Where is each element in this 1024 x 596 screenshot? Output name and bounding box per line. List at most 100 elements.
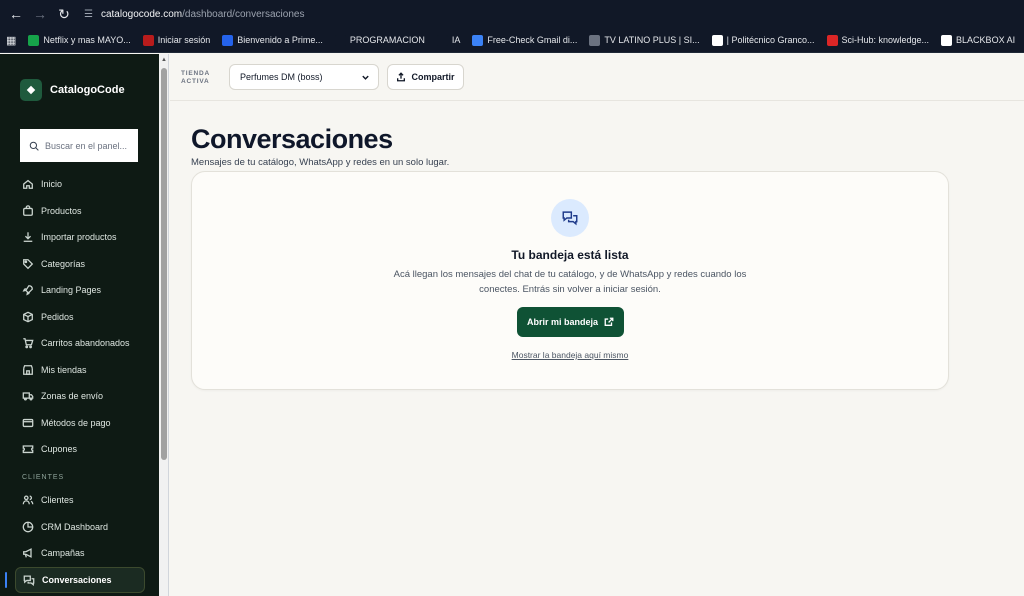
sidebar-item-inicio[interactable]: Inicio (15, 171, 145, 198)
bookmark-item[interactable]: Iniciar sesión (142, 34, 211, 46)
inbox-card: Tu bandeja está lista Acá llegan los men… (191, 171, 949, 390)
active-indicator (5, 572, 7, 588)
sidebar-item-label: Productos (41, 205, 82, 216)
sidebar-item-importar-productos[interactable]: Importar productos (15, 224, 145, 251)
download-icon (22, 231, 34, 243)
topbar: TIENDA ACTIVA Perfumes DM (boss) Compart… (170, 54, 1024, 101)
sidebar-item-label: Clientes (41, 495, 74, 506)
section-label-clients: CLIENTES (22, 474, 65, 481)
brand[interactable]: CatalogoCode (20, 79, 125, 101)
sidebar-item-pedidos[interactable]: Pedidos (15, 304, 145, 331)
bookmark-label: Free-Check Gmail di... (487, 35, 578, 45)
bookmark-favicon-icon (142, 34, 154, 46)
card-icon (22, 417, 34, 429)
browser-toolbar: ← → ↻ ☰ catalogocode.com/dashboard/conve… (0, 0, 1024, 28)
sidebar-item-productos[interactable]: Productos (15, 198, 145, 225)
sidebar-item-mis-tiendas[interactable]: Mis tiendas (15, 357, 145, 384)
sidebar-item-cupones[interactable]: Cupones (15, 436, 145, 463)
sidebar-item-label: Inicio (41, 179, 63, 190)
share-button[interactable]: Compartir (387, 64, 464, 90)
bookmark-item[interactable]: Netflix y mas MAYO... (28, 34, 131, 46)
sidebar-item-conversaciones[interactable]: Conversaciones (15, 566, 145, 593)
show-inbox-here-link[interactable]: Mostrar la bandeja aquí mismo (192, 350, 948, 360)
sidebar-item-label: Landing Pages (41, 285, 102, 296)
sidebar-item-crm-dashboard[interactable]: CRM Dashboard (15, 514, 145, 541)
scroll-up-icon[interactable]: ▲ (161, 56, 167, 64)
sidebar-scrollbar[interactable]: ▲ (159, 54, 169, 596)
forward-arrow-icon[interactable]: → (28, 0, 52, 28)
sidebar-item-metodos-de-pago[interactable]: Métodos de pago (15, 410, 145, 437)
share-icon (397, 72, 406, 82)
share-button-label: Compartir (411, 72, 455, 82)
bookmark-label: Netflix y mas MAYO... (43, 35, 131, 45)
sidebar-nav-clients: Clientes CRM Dashboard Campañas Conversacio… (15, 487, 145, 593)
sidebar-item-label: CRM Dashboard (41, 521, 109, 532)
store-select-value: Perfumes DM (boss) (240, 72, 323, 82)
sidebar-nav: Inicio Productos Importar productos Categor… (15, 171, 145, 463)
home-icon (22, 178, 34, 190)
sidebar-item-label: Cupones (41, 444, 78, 455)
bookmark-favicon-icon (222, 34, 234, 46)
address-bar[interactable]: ☰ catalogocode.com/dashboard/conversacio… (84, 4, 1024, 24)
page-title: Conversaciones (191, 124, 393, 154)
bookmark-favicon-icon (589, 34, 601, 46)
store-select[interactable]: Perfumes DM (boss) (229, 64, 379, 90)
site-settings-icon[interactable]: ☰ (84, 9, 93, 20)
open-inbox-button[interactable]: Abrir mi bandeja (517, 307, 624, 337)
chart-icon (22, 521, 34, 533)
sidebar-item-label: Mis tiendas (41, 364, 87, 375)
sidebar-item-campanas[interactable]: Campañas (15, 540, 145, 567)
chevron-down-icon (362, 75, 369, 80)
tag-icon (22, 258, 34, 270)
search-input[interactable] (45, 140, 135, 151)
cart-icon (22, 337, 34, 349)
reload-icon[interactable]: ↻ (52, 0, 76, 28)
store-icon (22, 364, 34, 376)
bookmark-item[interactable]: | Politécnico Granco... (711, 34, 815, 46)
sidebar-item-zonas-de-envio[interactable]: Zonas de envío (15, 383, 145, 410)
sidebar-item-label: Métodos de pago (41, 417, 111, 428)
bookmark-item[interactable]: Free-Check Gmail di... (472, 34, 578, 46)
sidebar-item-label: Importar productos (41, 232, 117, 243)
sidebar-item-landing-pages[interactable]: Landing Pages (15, 277, 145, 304)
sidebar-item-label: Carritos abandonados (41, 338, 130, 349)
bookmark-label: Bienvenido a Prime... (237, 35, 323, 45)
apps-grid-icon[interactable]: ▦ (6, 34, 16, 47)
url-host: catalogocode.com (100, 8, 183, 20)
bookmarks-bar: ▦ Netflix y mas MAYO... Iniciar sesión Bie… (0, 28, 1024, 53)
bookmark-favicon-icon (28, 34, 40, 46)
external-link-icon (604, 317, 614, 326)
bookmark-favicon-icon (711, 34, 723, 46)
sidebar-item-categorias[interactable]: Categorías (15, 251, 145, 278)
back-arrow-icon[interactable]: ← (4, 0, 28, 28)
sidebar-item-clientes[interactable]: Clientes (15, 487, 145, 514)
bookmark-label: | Politécnico Granco... (726, 35, 815, 45)
bookmark-item[interactable]: IA (436, 34, 461, 46)
sidebar-item-label: Campañas (41, 548, 85, 559)
bookmark-item[interactable]: BLACKBOX AI (941, 34, 1015, 46)
megaphone-icon (22, 547, 34, 559)
sidebar-item-label: Conversaciones (42, 574, 112, 585)
card-description: Acá llegan los mensajes del chat de tu c… (393, 269, 747, 295)
sidebar-search[interactable] (20, 129, 138, 162)
search-icon (29, 141, 39, 151)
sidebar-item-label: Categorías (41, 258, 86, 269)
bookmark-label: Iniciar sesión (157, 35, 211, 45)
sidebar-item-carritos-abandonados[interactable]: Carritos abandonados (15, 330, 145, 357)
bookmark-item[interactable]: PROGRAMACION (334, 34, 425, 46)
store-label-line2: ACTIVA (181, 78, 210, 85)
bookmark-item[interactable]: Bienvenido a Prime... (222, 34, 323, 46)
brand-logo-icon (20, 79, 42, 101)
bookmark-item[interactable]: TV LATINO PLUS | SI... (589, 34, 700, 46)
bookmark-favicon-icon (472, 34, 484, 46)
bookmark-label: IA (451, 35, 461, 45)
sidebar-item-label: Zonas de envío (41, 391, 104, 402)
bookmark-label: TV LATINO PLUS | SI... (604, 35, 700, 45)
bag-icon (22, 205, 34, 217)
bookmark-favicon-icon (436, 34, 448, 46)
rocket-icon (22, 284, 34, 296)
chat-icon (23, 574, 35, 586)
bookmark-item[interactable]: Sci-Hub: knowledge... (826, 34, 929, 46)
scrollbar-thumb[interactable] (161, 68, 167, 460)
card-title: Tu bandeja está lista (511, 248, 629, 262)
